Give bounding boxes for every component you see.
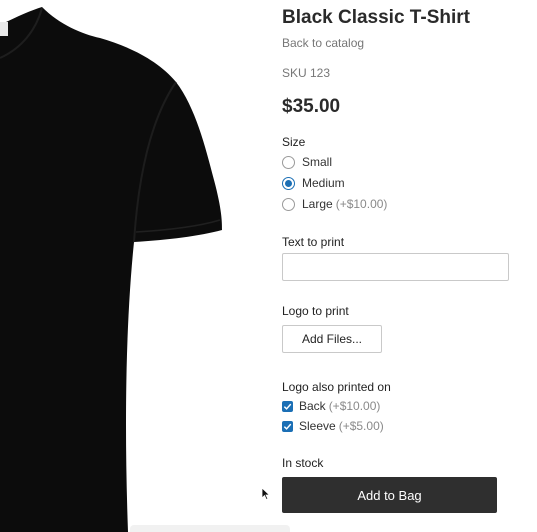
logo-option-label: Sleeve (299, 419, 336, 433)
product-price: $35.00 (282, 96, 341, 117)
size-option-medium[interactable]: Medium (282, 175, 345, 191)
tshirt-body (0, 7, 222, 532)
radio-checked-icon[interactable] (282, 176, 295, 190)
size-option-label: Small (302, 155, 333, 169)
size-option-price: (+$10.00) (335, 197, 388, 211)
logo-option-label: Back (299, 399, 326, 413)
text-to-print-label: Text to print (282, 235, 345, 249)
product-title: Black Classic T-Shirt (282, 7, 470, 28)
checkbox-checked-icon[interactable] (282, 400, 293, 412)
logo-also-printed-label: Logo also printed on (282, 380, 391, 394)
tshirt-tag (0, 22, 8, 36)
add-files-button[interactable]: Add Files... (282, 325, 382, 353)
radio-unchecked-icon[interactable] (282, 155, 295, 169)
text-to-print-input[interactable] (282, 253, 509, 281)
size-option-small[interactable]: Small (282, 154, 332, 170)
logo-option-price: (+$10.00) (328, 399, 381, 413)
back-to-catalog-link[interactable]: Back to catalog (282, 36, 364, 50)
size-label: Size (282, 135, 306, 149)
size-option-label: Medium (302, 176, 345, 190)
product-image (0, 7, 222, 532)
size-option-large[interactable]: Large (+$10.00) (282, 196, 387, 212)
page-edge-shadow (130, 525, 290, 532)
logo-sleeve-option[interactable]: Sleeve (+$5.00) (282, 418, 384, 434)
checkbox-checked-icon[interactable] (282, 420, 293, 432)
add-to-bag-button[interactable]: Add to Bag (282, 477, 497, 513)
logo-option-price: (+$5.00) (338, 419, 384, 433)
stock-status: In stock (282, 456, 324, 470)
size-option-label: Large (302, 197, 333, 211)
logo-to-print-label: Logo to print (282, 304, 349, 318)
radio-unchecked-icon[interactable] (282, 197, 295, 211)
product-sku: SKU 123 (282, 66, 331, 80)
logo-back-option[interactable]: Back (+$10.00) (282, 398, 380, 414)
mouse-cursor-icon (261, 487, 271, 501)
